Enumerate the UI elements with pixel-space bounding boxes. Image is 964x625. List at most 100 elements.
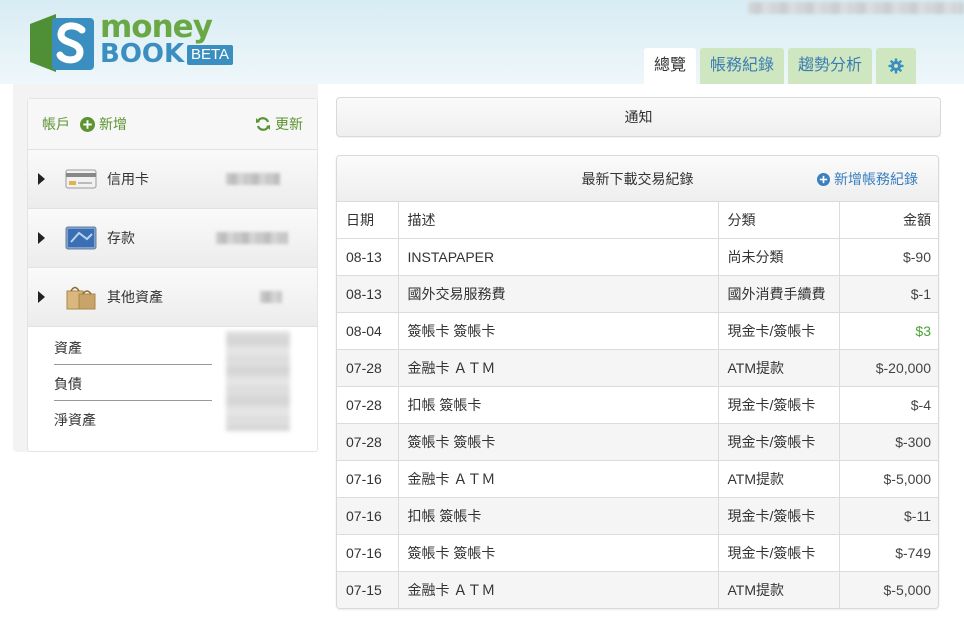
description-cell[interactable]: 扣帳 簽帳卡 <box>398 386 719 424</box>
money-s-logo-icon <box>30 14 94 72</box>
add-record-label: 新增帳務紀錄 <box>834 171 918 187</box>
net-worth-summary: 資產 負債 淨資產 <box>28 326 317 435</box>
accounts-header: 帳戶 新增 更新 <box>28 99 317 149</box>
account-group-deposit[interactable]: 存款 <box>28 208 317 267</box>
expand-arrow-icon[interactable] <box>38 173 45 185</box>
table-row[interactable]: 08-13 INSTAPAPER 尚未分類 $-90 <box>337 238 938 276</box>
notifications-button[interactable]: 通知 <box>336 97 941 137</box>
accounts-panel: 帳戶 新增 更新 信用卡 存款 其他資產 資產 負債 淨資產 <box>13 84 318 452</box>
add-record-button[interactable]: 新增帳務紀錄 <box>817 156 918 202</box>
category-cell[interactable]: 現金卡/簽帳卡 <box>718 534 840 572</box>
table-header-row: 日期 描述 分類 金額 <box>337 202 938 239</box>
amount-cell: $-5,000 <box>839 460 938 498</box>
amount-cell: $-11 <box>839 497 938 535</box>
refresh-button[interactable]: 更新 <box>255 114 303 134</box>
description-cell[interactable]: 簽帳卡 簽帳卡 <box>398 534 719 572</box>
table-row[interactable]: 08-13 國外交易服務費 國外消費手續費 $-1 <box>337 275 938 313</box>
accounts-title: 帳戶 <box>42 116 70 132</box>
tab-settings[interactable] <box>876 48 917 84</box>
refresh-label: 更新 <box>275 116 303 132</box>
category-cell[interactable]: 現金卡/簽帳卡 <box>718 386 840 424</box>
tab-records[interactable]: 帳務紀錄 <box>700 48 785 84</box>
category-cell[interactable]: ATM提款 <box>718 571 840 608</box>
column-header-category[interactable]: 分類 <box>718 202 840 239</box>
category-cell[interactable]: 現金卡/簽帳卡 <box>718 423 840 461</box>
table-row[interactable]: 07-16 簽帳卡 簽帳卡 現金卡/簽帳卡 $-749 <box>337 534 938 572</box>
divider <box>54 400 212 401</box>
description-cell[interactable]: INSTAPAPER <box>398 238 719 276</box>
amount-cell: $3 <box>839 312 938 350</box>
assets-label: 資產 <box>54 340 82 356</box>
bags-icon <box>66 286 96 310</box>
table-row[interactable]: 07-28 金融卡 ＡＴＭ ATM提款 $-20,000 <box>337 349 938 387</box>
column-header-description[interactable]: 描述 <box>398 202 719 239</box>
account-group-other-assets[interactable]: 其他資產 <box>28 267 317 326</box>
divider <box>54 364 212 365</box>
description-cell[interactable]: 金融卡 ＡＴＭ <box>398 571 719 608</box>
date-cell: 07-16 <box>337 534 399 572</box>
date-cell: 07-28 <box>337 349 399 387</box>
table-row[interactable]: 07-28 扣帳 簽帳卡 現金卡/簽帳卡 $-4 <box>337 386 938 424</box>
liabilities-label: 負債 <box>54 376 82 392</box>
gear-icon <box>888 58 904 74</box>
accounts-card: 帳戶 新增 更新 信用卡 存款 其他資產 資產 負債 淨資產 <box>27 98 318 452</box>
transactions-header: 最新下載交易紀錄 新增帳務紀錄 <box>337 156 938 202</box>
table-row[interactable]: 07-28 簽帳卡 簽帳卡 現金卡/簽帳卡 $-300 <box>337 423 938 461</box>
amount-cell: $-5,000 <box>839 571 938 608</box>
date-cell: 08-13 <box>337 275 399 313</box>
description-cell[interactable]: 簽帳卡 簽帳卡 <box>398 423 719 461</box>
tab-trends[interactable]: 趨勢分析 <box>788 48 873 84</box>
description-cell[interactable]: 金融卡 ＡＴＭ <box>398 460 719 498</box>
column-header-amount[interactable]: 金額 <box>839 202 938 239</box>
table-row[interactable]: 07-16 扣帳 簽帳卡 現金卡/簽帳卡 $-11 <box>337 497 938 535</box>
recent-transactions-panel: 最新下載交易紀錄 新增帳務紀錄 日期 描述 分類 金額 08-13INSTAP <box>336 155 939 609</box>
amount-cell: $-20,000 <box>839 349 938 387</box>
date-cell: 07-28 <box>337 386 399 424</box>
main-tabs: 總覽 帳務紀錄 趨勢分析 <box>644 48 917 84</box>
amount-cell: $-4 <box>839 386 938 424</box>
table-row[interactable]: 08-04 簽帳卡 簽帳卡 現金卡/簽帳卡 $3 <box>337 312 938 350</box>
net-worth-label: 淨資產 <box>54 412 96 428</box>
table-row[interactable]: 07-15 金融卡 ＡＴＭ ATM提款 $-5,000 <box>337 571 938 608</box>
description-cell[interactable]: 國外交易服務費 <box>398 275 719 313</box>
account-group-credit[interactable]: 信用卡 <box>28 149 317 208</box>
description-cell[interactable]: 簽帳卡 簽帳卡 <box>398 312 719 350</box>
transactions-table: 日期 描述 分類 金額 08-13 INSTAPAPER 尚未分類 $-90 08-13… <box>337 202 938 608</box>
amount-cell: $-1 <box>839 275 938 313</box>
tab-overview[interactable]: 總覽 <box>644 48 697 84</box>
date-cell: 08-04 <box>337 312 399 350</box>
description-cell[interactable]: 金融卡 ＡＴＭ <box>398 349 719 387</box>
description-cell[interactable]: 扣帳 簽帳卡 <box>398 497 719 535</box>
category-cell[interactable]: 現金卡/簽帳卡 <box>718 497 840 535</box>
amount-cell: $-300 <box>839 423 938 461</box>
account-group-label: 信用卡 <box>107 171 149 187</box>
table-row[interactable]: 07-16 金融卡 ＡＴＭ ATM提款 $-5,000 <box>337 460 938 498</box>
expand-arrow-icon[interactable] <box>38 291 45 303</box>
category-cell[interactable]: ATM提款 <box>718 460 840 498</box>
date-cell: 08-13 <box>337 238 399 276</box>
date-cell: 07-16 <box>337 497 399 535</box>
add-account-button[interactable]: 新增 <box>80 114 127 134</box>
redacted-summary-values <box>226 331 290 431</box>
refresh-icon <box>256 117 270 131</box>
account-group-label: 存款 <box>107 230 135 246</box>
date-cell: 07-28 <box>337 423 399 461</box>
redacted-balance <box>260 291 282 303</box>
redacted-balance <box>226 173 280 185</box>
plus-circle-icon <box>80 116 95 132</box>
expand-arrow-icon[interactable] <box>38 232 45 244</box>
date-cell: 07-16 <box>337 460 399 498</box>
amount-cell: $-749 <box>839 534 938 572</box>
account-group-label: 其他資產 <box>107 289 163 305</box>
category-cell[interactable]: 現金卡/簽帳卡 <box>718 312 840 350</box>
column-header-date[interactable]: 日期 <box>337 202 399 239</box>
category-cell[interactable]: 國外消費手續費 <box>718 275 840 313</box>
logo-book-text: BOOK <box>100 39 185 69</box>
plus-circle-icon <box>817 172 830 186</box>
date-cell: 07-15 <box>337 571 399 608</box>
moneybook-logo[interactable]: money BOOK BETA <box>30 10 250 74</box>
amount-cell: $-90 <box>839 238 938 276</box>
category-cell[interactable]: ATM提款 <box>718 349 840 387</box>
category-cell[interactable]: 尚未分類 <box>718 238 840 276</box>
user-info-redacted <box>748 2 964 14</box>
